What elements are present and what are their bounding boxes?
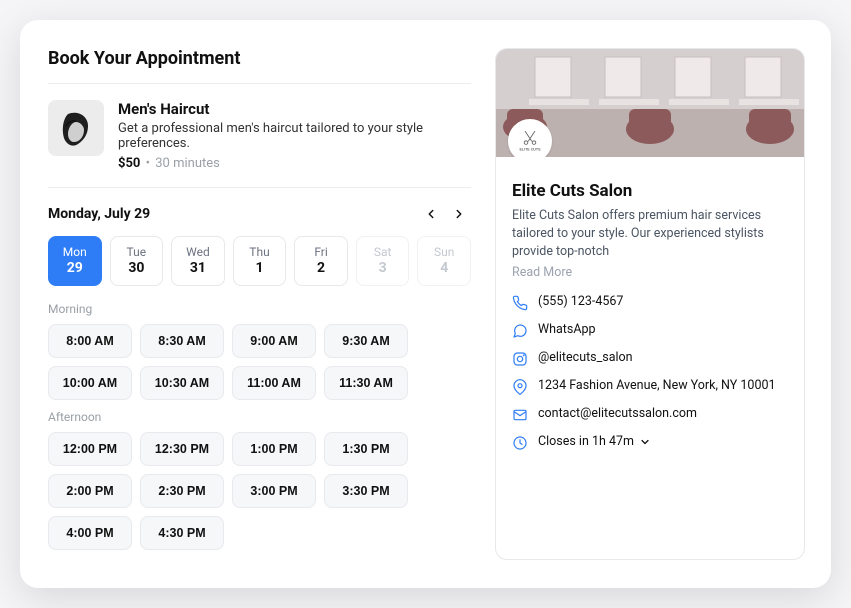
contact-whatsapp-text: WhatsApp	[538, 322, 788, 339]
salon-description: Elite Cuts Salon offers premium hair ser…	[512, 207, 788, 261]
day-number: 1	[234, 260, 286, 276]
chevron-right-icon	[452, 207, 466, 221]
day-cell: Sun4	[417, 236, 471, 286]
hours-value: Closes in 1h 47m	[538, 434, 634, 449]
salon-body: Elite Cuts Salon Elite Cuts Salon offers…	[496, 157, 804, 467]
morning-slots: 8:00 AM8:30 AM9:00 AM9:30 AM 10:00 AM10:3…	[48, 324, 471, 400]
email-icon	[512, 407, 528, 423]
day-of-week: Sat	[357, 245, 409, 259]
instagram-icon	[512, 351, 528, 367]
service-image	[48, 100, 104, 156]
date-nav-arrows	[419, 202, 471, 226]
date-header: Monday, July 29	[48, 202, 471, 226]
salon-name: Elite Cuts Salon	[512, 181, 788, 201]
read-more-link[interactable]: Read More	[512, 265, 572, 280]
clock-icon	[512, 435, 528, 451]
afternoon-label: Afternoon	[48, 410, 471, 424]
timeslot-button[interactable]: 8:30 AM	[140, 324, 224, 358]
selected-date-label: Monday, July 29	[48, 206, 150, 222]
timeslot-button[interactable]: 9:30 AM	[324, 324, 408, 358]
contact-address[interactable]: 1234 Fashion Avenue, New York, NY 10001	[512, 378, 788, 395]
booking-left-panel: Book Your Appointment Men's Haircut Get …	[48, 48, 471, 560]
service-duration: 30 minutes	[155, 156, 220, 171]
timeslot-button[interactable]: 10:30 AM	[140, 366, 224, 400]
timeslot-button[interactable]: 4:00 PM	[48, 516, 132, 550]
timeslot-button[interactable]: 12:30 PM	[140, 432, 224, 466]
day-of-week: Tue	[111, 245, 163, 259]
timeslot-button[interactable]: 1:30 PM	[324, 432, 408, 466]
days-row: Mon29Tue30Wed31Thu1Fri2Sat3Sun4	[48, 236, 471, 286]
day-cell[interactable]: Wed31	[171, 236, 225, 286]
booking-card: Book Your Appointment Men's Haircut Get …	[20, 20, 831, 588]
timeslot-button[interactable]: 3:00 PM	[232, 474, 316, 508]
salon-logo: ELITE CUTS	[508, 119, 552, 157]
chevron-left-icon	[424, 207, 438, 221]
page-title: Book Your Appointment	[48, 48, 471, 84]
day-cell[interactable]: Tue30	[110, 236, 164, 286]
contact-phone-text: (555) 123-4567	[538, 294, 788, 311]
day-number: 31	[172, 260, 224, 276]
service-price-row: $50 • 30 minutes	[118, 156, 471, 171]
day-of-week: Mon	[49, 245, 101, 259]
prev-week-button[interactable]	[419, 202, 443, 226]
service-info: Men's Haircut Get a professional men's h…	[118, 100, 471, 171]
timeslot-button[interactable]: 2:30 PM	[140, 474, 224, 508]
contact-instagram-text: @elitecuts_salon	[538, 350, 788, 367]
next-week-button[interactable]	[447, 202, 471, 226]
service-price: $50	[118, 156, 140, 171]
timeslot-button[interactable]: 11:00 AM	[232, 366, 316, 400]
day-of-week: Wed	[172, 245, 224, 259]
day-cell[interactable]: Thu1	[233, 236, 287, 286]
day-cell: Sat3	[356, 236, 410, 286]
separator-dot: •	[146, 156, 150, 171]
contact-whatsapp[interactable]: WhatsApp	[512, 322, 788, 339]
svg-text:ELITE CUTS: ELITE CUTS	[520, 148, 542, 152]
location-icon	[512, 379, 528, 395]
afternoon-slots: 12:00 PM12:30 PM1:00 PM1:30 PM 2:00 PM2:3…	[48, 432, 471, 550]
timeslot-button[interactable]: 4:30 PM	[140, 516, 224, 550]
day-number: 30	[111, 260, 163, 276]
contact-email[interactable]: contact@elitecutssalon.com	[512, 406, 788, 423]
service-description: Get a professional men's haircut tailore…	[118, 121, 471, 151]
morning-label: Morning	[48, 302, 471, 316]
timeslot-button[interactable]: 10:00 AM	[48, 366, 132, 400]
contact-phone[interactable]: (555) 123-4567	[512, 294, 788, 311]
day-cell[interactable]: Fri2	[294, 236, 348, 286]
timeslot-button[interactable]: 2:00 PM	[48, 474, 132, 508]
contact-list: (555) 123-4567 WhatsApp @elitecuts_salon	[512, 294, 788, 451]
contact-email-text: contact@elitecutssalon.com	[538, 406, 788, 423]
day-number: 29	[49, 260, 101, 276]
day-cell[interactable]: Mon29	[48, 236, 102, 286]
day-of-week: Sun	[418, 245, 470, 259]
day-number: 4	[418, 260, 470, 276]
contact-instagram[interactable]: @elitecuts_salon	[512, 350, 788, 367]
service-summary: Men's Haircut Get a professional men's h…	[48, 100, 471, 188]
day-of-week: Thu	[234, 245, 286, 259]
contact-address-text: 1234 Fashion Avenue, New York, NY 10001	[538, 378, 788, 395]
day-number: 3	[357, 260, 409, 276]
day-number: 2	[295, 260, 347, 276]
timeslot-button[interactable]: 3:30 PM	[324, 474, 408, 508]
chevron-down-icon	[639, 436, 651, 448]
whatsapp-icon	[512, 323, 528, 339]
service-name: Men's Haircut	[118, 100, 471, 118]
timeslot-button[interactable]: 11:30 AM	[324, 366, 408, 400]
salon-cover: ELITE CUTS	[496, 49, 804, 157]
timeslot-button[interactable]: 9:00 AM	[232, 324, 316, 358]
timeslot-button[interactable]: 12:00 PM	[48, 432, 132, 466]
salon-panel: ELITE CUTS Elite Cuts Salon Elite Cuts S…	[495, 48, 805, 560]
day-of-week: Fri	[295, 245, 347, 259]
phone-icon	[512, 295, 528, 311]
timeslot-button[interactable]: 8:00 AM	[48, 324, 132, 358]
timeslot-button[interactable]: 1:00 PM	[232, 432, 316, 466]
contact-hours[interactable]: Closes in 1h 47m	[512, 434, 788, 451]
contact-hours-text: Closes in 1h 47m	[538, 434, 788, 451]
